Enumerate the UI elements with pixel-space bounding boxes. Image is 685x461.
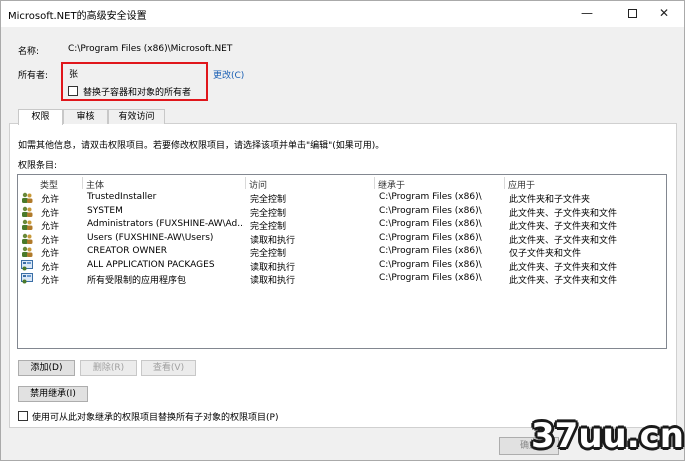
tab-auditing[interactable]: 审核 [63,109,108,124]
cell-applies: 此文件夹和子文件夹 [509,195,591,205]
cell-access: 完全控制 [250,208,287,219]
cell-applies: 此文件夹、子文件夹和文件 [509,222,618,232]
column-header-inherited-from[interactable]: 继承于 [378,178,405,191]
cell-type: 允许 [41,222,60,232]
cell-access: 完全控制 [250,249,287,259]
cell-principal: SYSTEM [87,205,123,216]
cell-applies: 此文件夹、子文件夹和文件 [509,262,618,273]
title-bar: Microsoft.NET的高级安全设置 — ✕ [1,1,684,27]
cell-inherited: C:\Program Files (x86)\ [379,219,482,229]
object-path: C:\Program Files (x86)\Microsoft.NET [68,44,233,54]
cell-principal: CREATOR OWNER [87,246,168,256]
app-package-icon [21,259,33,271]
cell-applies: 仅子文件夹和文件 [509,249,582,259]
cell-access: 完全控制 [250,222,287,232]
name-label: 名称: [18,47,40,57]
table-row[interactable]: 允许 Administrators (FUXSHINE-AW\Ad... 完全控制 C… [19,218,666,232]
cell-applies: 此文件夹、子文件夹和文件 [509,235,618,246]
cell-type: 允许 [41,276,60,286]
cell-principal: Administrators (FUXSHINE-AW\Ad... [87,219,244,229]
cell-access: 完全控制 [250,195,287,205]
users-icon [21,233,33,244]
disable-inheritance-button[interactable]: 禁用继承(I) [18,386,88,402]
cell-inherited: C:\Program Files (x86)\ [379,192,482,202]
table-row[interactable]: 允许 ALL APPLICATION PACKAGES 读取和执行 C:\Progra… [19,259,666,273]
cell-applies: 此文件夹、子文件夹和文件 [509,276,618,286]
view-button[interactable]: 查看(V) [141,360,196,376]
cell-type: 允许 [41,195,60,205]
column-header-applies-to[interactable]: 应用于 [508,178,535,191]
cell-inherited: C:\Program Files (x86)\ [379,205,482,216]
column-divider[interactable] [374,177,375,189]
cell-type: 允许 [41,235,60,246]
cell-principal: 所有受限制的应用程序包 [87,276,187,286]
cell-principal: TrustedInstaller [87,192,157,202]
cell-type: 允许 [41,249,60,259]
cell-principal: Users (FUXSHINE-AW\Users) [87,232,214,243]
remove-button[interactable]: 删除(R) [80,360,137,376]
cell-access: 读取和执行 [250,262,296,273]
owner-label: 所有者: [18,71,49,81]
column-header-access[interactable]: 访问 [249,178,267,191]
users-icon [21,206,33,217]
replace-owner-label: 替换子容器和对象的所有者 [83,88,192,98]
cell-inherited: C:\Program Files (x86)\ [379,232,482,243]
add-button[interactable]: 添加(D) [18,360,75,376]
replace-child-permissions-checkbox[interactable] [18,411,28,421]
security-settings-window: Microsoft.NET的高级安全设置 — ✕ 名称: C:\Program … [0,0,685,461]
column-divider[interactable] [245,177,246,189]
cell-access: 读取和执行 [250,235,296,246]
tab-effective-access[interactable]: 有效访问 [108,109,165,124]
minimize-button[interactable]: — [566,1,608,25]
column-header-principal[interactable]: 主体 [86,178,104,191]
cell-applies: 此文件夹、子文件夹和文件 [509,208,618,219]
cell-inherited: C:\Program Files (x86)\ [379,259,482,270]
window-title: Microsoft.NET的高级安全设置 [8,11,147,22]
cell-principal: ALL APPLICATION PACKAGES [87,259,215,270]
users-icon [21,192,33,203]
replace-owner-checkbox[interactable] [68,86,78,96]
table-row[interactable]: 允许 SYSTEM 完全控制 C:\Program Files (x86)\ 此文件夹、… [19,205,666,219]
column-divider[interactable] [82,177,83,189]
permission-entries-table[interactable]: 类型 主体 访问 继承于 应用于 允许 TrustedInstaller 完全控制 C… [17,174,667,349]
tab-permissions[interactable]: 权限 [18,109,63,125]
cell-inherited: C:\Program Files (x86)\ [379,246,482,256]
maximize-icon [627,9,637,18]
table-row[interactable]: 允许 TrustedInstaller 完全控制 C:\Program Files (… [19,191,666,205]
cell-inherited: C:\Program Files (x86)\ [379,273,482,283]
cell-access: 读取和执行 [250,276,296,286]
change-owner-link[interactable]: 更改(C) [213,68,244,81]
column-divider[interactable] [504,177,505,189]
info-text: 如需其他信息，请双击权限项目。若要修改权限项目，请选择该项并单击"编辑"(如果可… [18,141,385,151]
users-icon [21,219,33,230]
app-package-icon [21,273,33,284]
users-icon [21,246,33,257]
replace-child-permissions-label: 使用可从此对象继承的权限项目替换所有子对象的权限项目(P) [32,413,279,423]
table-row[interactable]: 允许 CREATOR OWNER 完全控制 C:\Program Files (x86… [19,245,666,259]
watermark: 37uu.cn [531,416,684,456]
cell-type: 允许 [41,208,60,219]
close-button[interactable]: ✕ [643,1,685,25]
table-row[interactable]: 允许 Users (FUXSHINE-AW\Users) 读取和执行 C:\Progr… [19,232,666,246]
column-header-type[interactable]: 类型 [40,178,58,191]
entries-label: 权限条目: [18,161,58,171]
cell-type: 允许 [41,262,60,273]
table-row[interactable]: 允许 所有受限制的应用程序包 读取和执行 C:\Program Files (x86)… [19,272,666,286]
